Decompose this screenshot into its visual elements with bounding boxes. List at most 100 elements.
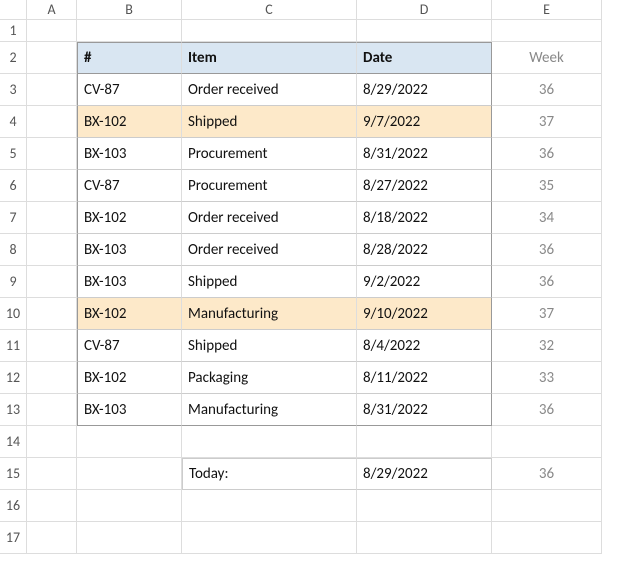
row-header-13[interactable]: 13 [0, 394, 27, 426]
table-row[interactable]: 8/28/2022 [357, 234, 492, 266]
table-row[interactable]: 9/10/2022 [357, 298, 492, 330]
column-header-e[interactable]: E [492, 0, 602, 20]
row-header-4[interactable]: 4 [0, 106, 27, 138]
week-value[interactable]: 36 [492, 138, 602, 170]
table-row[interactable]: CV-87 [77, 330, 182, 362]
table-row[interactable]: 8/11/2022 [357, 362, 492, 394]
table-row[interactable]: 8/31/2022 [357, 138, 492, 170]
row-header-17[interactable]: 17 [0, 522, 27, 554]
cell[interactable] [27, 490, 77, 522]
row-header-16[interactable]: 16 [0, 490, 27, 522]
table-row[interactable]: BX-103 [77, 138, 182, 170]
week-value[interactable]: 33 [492, 362, 602, 394]
table-row[interactable]: BX-102 [77, 298, 182, 330]
table-row[interactable]: BX-103 [77, 266, 182, 298]
table-row[interactable]: Shipped [182, 330, 357, 362]
week-value[interactable]: 32 [492, 330, 602, 362]
column-header-c[interactable]: C [182, 0, 357, 20]
cell[interactable] [27, 20, 77, 42]
cell[interactable] [182, 20, 357, 42]
week-value[interactable]: 36 [492, 234, 602, 266]
cell[interactable] [27, 266, 77, 298]
table-row[interactable]: Shipped [182, 266, 357, 298]
row-header-15[interactable]: 15 [0, 458, 27, 490]
table-row[interactable]: Order received [182, 234, 357, 266]
table-header-item[interactable]: Item [182, 42, 357, 74]
cell[interactable] [27, 106, 77, 138]
table-row[interactable]: Order received [182, 74, 357, 106]
row-header-14[interactable]: 14 [0, 426, 27, 458]
cell[interactable] [27, 330, 77, 362]
row-header-8[interactable]: 8 [0, 234, 27, 266]
week-value[interactable]: 36 [492, 266, 602, 298]
cell[interactable] [492, 20, 602, 42]
today-week[interactable]: 36 [492, 458, 602, 490]
table-row[interactable]: 8/31/2022 [357, 394, 492, 426]
cell[interactable] [182, 522, 357, 554]
column-header-b[interactable]: B [77, 0, 182, 20]
cell[interactable] [77, 426, 182, 458]
table-row[interactable]: BX-103 [77, 394, 182, 426]
cell[interactable] [27, 234, 77, 266]
cell[interactable] [492, 522, 602, 554]
cell[interactable] [357, 426, 492, 458]
table-row[interactable]: BX-102 [77, 106, 182, 138]
week-value[interactable]: 35 [492, 170, 602, 202]
today-date[interactable]: 8/29/2022 [357, 458, 492, 490]
cell[interactable] [27, 362, 77, 394]
row-header-6[interactable]: 6 [0, 170, 27, 202]
cell[interactable] [182, 490, 357, 522]
row-header-10[interactable]: 10 [0, 298, 27, 330]
cell[interactable] [492, 490, 602, 522]
cell[interactable] [27, 170, 77, 202]
table-header-date[interactable]: Date [357, 42, 492, 74]
cell[interactable] [357, 490, 492, 522]
week-value[interactable]: 34 [492, 202, 602, 234]
week-value[interactable]: 36 [492, 394, 602, 426]
table-row[interactable]: CV-87 [77, 74, 182, 106]
cell[interactable] [27, 42, 77, 74]
table-row[interactable]: BX-103 [77, 234, 182, 266]
cell[interactable] [27, 298, 77, 330]
cell[interactable] [182, 426, 357, 458]
cell[interactable] [27, 458, 77, 490]
table-row[interactable]: 8/4/2022 [357, 330, 492, 362]
week-value[interactable]: 36 [492, 74, 602, 106]
row-header-5[interactable]: 5 [0, 138, 27, 170]
cell[interactable] [27, 138, 77, 170]
table-row[interactable]: 8/29/2022 [357, 74, 492, 106]
table-row[interactable]: 9/7/2022 [357, 106, 492, 138]
cell[interactable] [357, 522, 492, 554]
column-header-a[interactable]: A [27, 0, 77, 20]
row-header-7[interactable]: 7 [0, 202, 27, 234]
week-value[interactable]: 37 [492, 298, 602, 330]
row-header-11[interactable]: 11 [0, 330, 27, 362]
table-row[interactable]: 9/2/2022 [357, 266, 492, 298]
column-header-d[interactable]: D [357, 0, 492, 20]
table-row[interactable]: CV-87 [77, 170, 182, 202]
week-header[interactable]: Week [492, 42, 602, 74]
table-row[interactable]: Procurement [182, 170, 357, 202]
row-header-12[interactable]: 12 [0, 362, 27, 394]
today-label[interactable]: Today: [182, 458, 357, 490]
table-row[interactable]: BX-102 [77, 202, 182, 234]
row-header-3[interactable]: 3 [0, 74, 27, 106]
table-row[interactable]: 8/27/2022 [357, 170, 492, 202]
cell[interactable] [77, 490, 182, 522]
table-row[interactable]: Order received [182, 202, 357, 234]
table-row[interactable]: Procurement [182, 138, 357, 170]
cell[interactable] [492, 426, 602, 458]
cell[interactable] [27, 74, 77, 106]
row-header-2[interactable]: 2 [0, 42, 27, 74]
cell[interactable] [77, 458, 182, 490]
cell[interactable] [27, 394, 77, 426]
cell[interactable] [77, 522, 182, 554]
week-value[interactable]: 37 [492, 106, 602, 138]
table-row[interactable]: 8/18/2022 [357, 202, 492, 234]
table-row[interactable]: Manufacturing [182, 298, 357, 330]
row-header-9[interactable]: 9 [0, 266, 27, 298]
cell[interactable] [27, 522, 77, 554]
table-row[interactable]: Manufacturing [182, 394, 357, 426]
table-row[interactable]: Packaging [182, 362, 357, 394]
cell[interactable] [27, 202, 77, 234]
